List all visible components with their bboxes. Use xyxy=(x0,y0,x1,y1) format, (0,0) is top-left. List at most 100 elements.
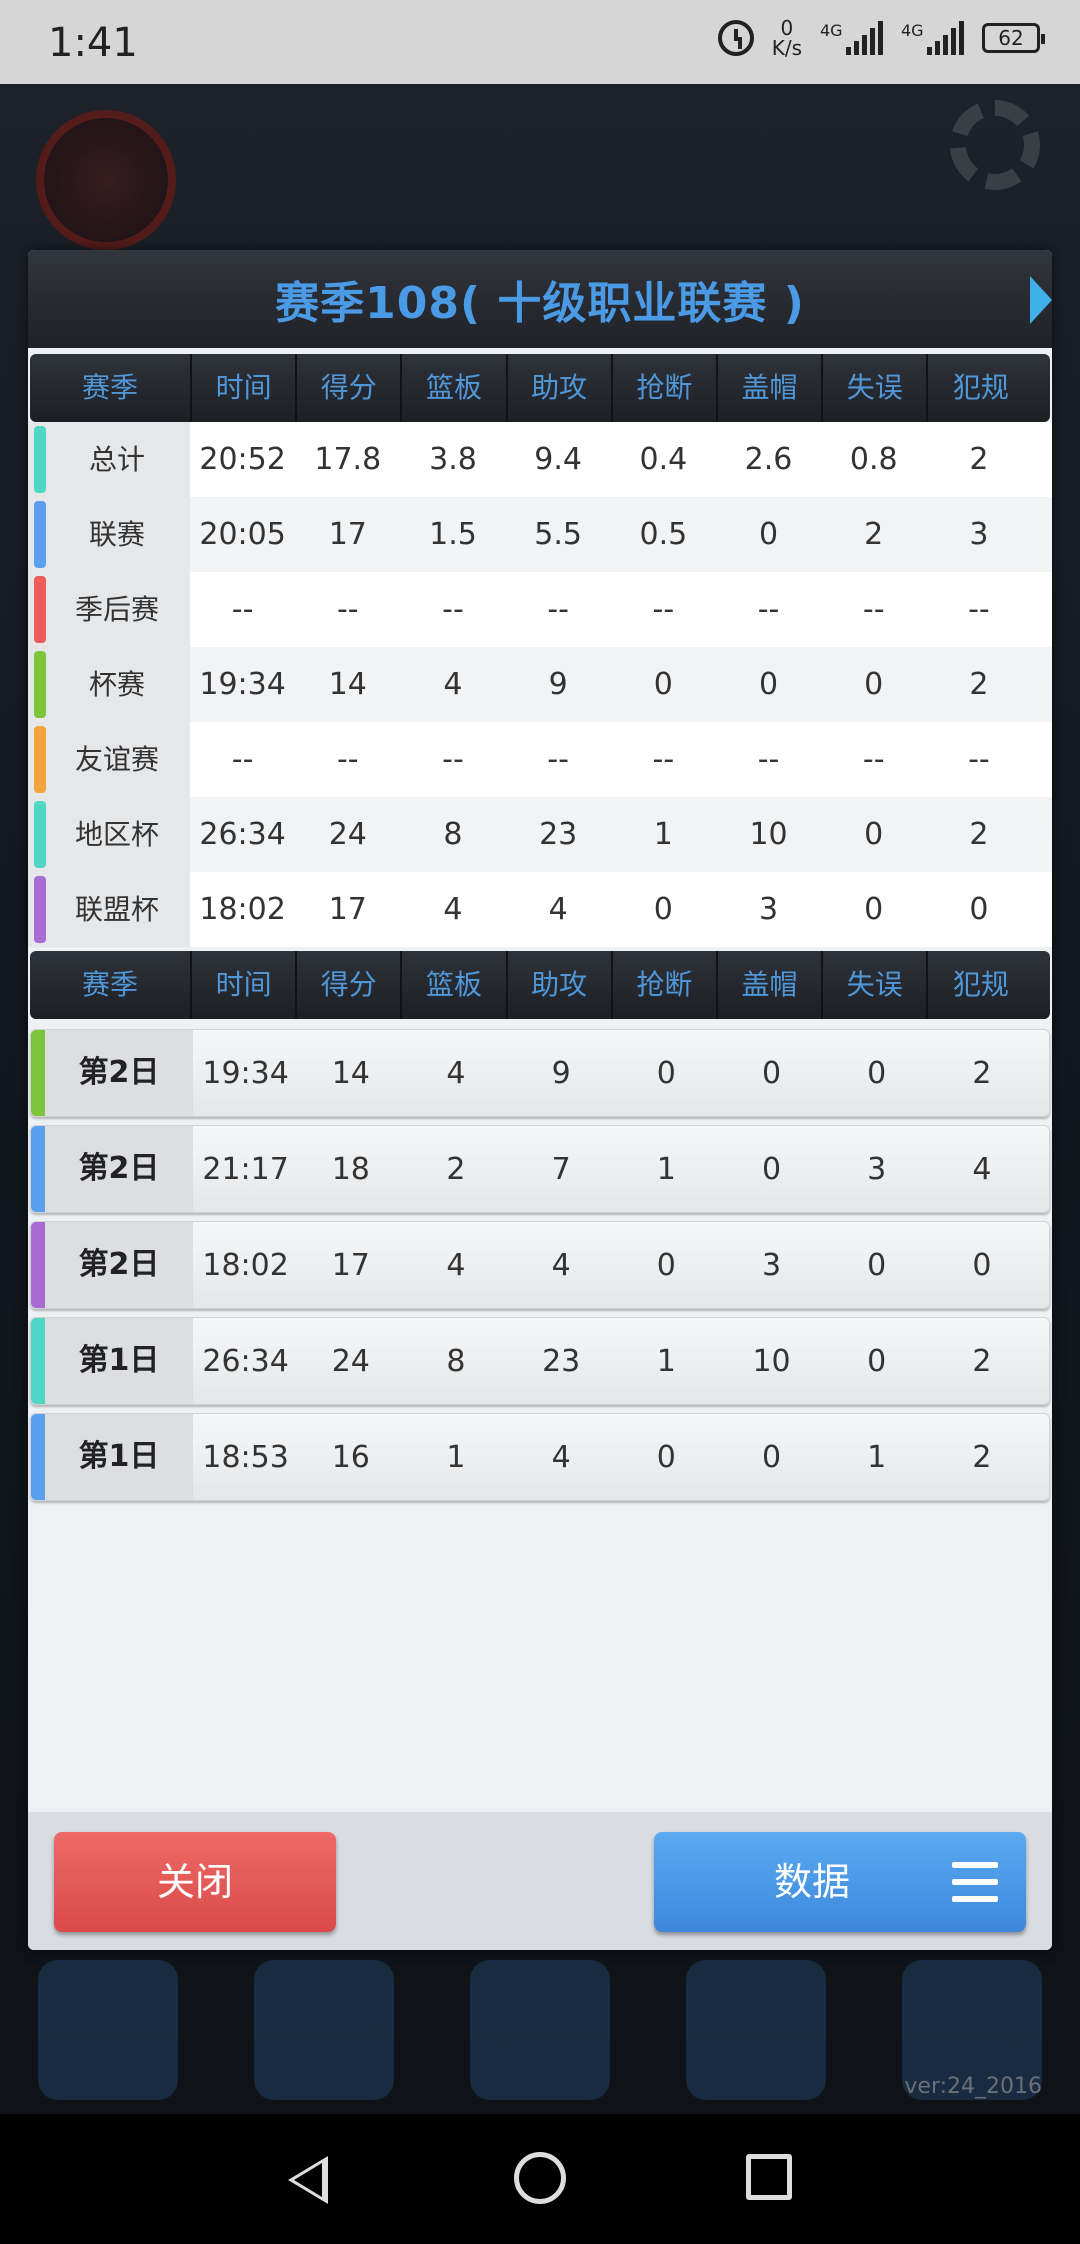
stat-cell: 4 xyxy=(972,1151,992,1187)
category-color-bar xyxy=(34,801,46,868)
stat-cell: -- xyxy=(652,742,675,777)
stat-cell: 2 xyxy=(969,667,989,702)
category-label: 联盟杯 xyxy=(28,872,190,947)
stat-cell: 2.6 xyxy=(744,442,793,477)
stat-cell: 0 xyxy=(761,1151,782,1187)
stat-cell: 4 xyxy=(551,1247,571,1283)
stat-cell: 18:53 xyxy=(202,1439,289,1475)
next-season-arrow-icon[interactable] xyxy=(1030,276,1052,324)
status-icons: 0 K/s 4G 4G 62 xyxy=(717,18,1045,60)
stat-cell: 0.4 xyxy=(639,442,688,477)
stat-cell: -- xyxy=(442,592,464,627)
game-day-label: 第2日 xyxy=(31,1222,193,1308)
stat-cell: 3.8 xyxy=(429,442,477,477)
summary-row: 季后赛 -- -- -- -- -- -- -- -- xyxy=(28,572,1052,647)
stat-cell: 2 xyxy=(969,442,989,477)
stat-cell: 8 xyxy=(446,1343,466,1379)
game-row[interactable]: 第2日 18:02 17 4 4 0 3 0 0 xyxy=(30,1221,1050,1309)
data-button-label: 数据 xyxy=(774,1860,851,1904)
stat-cell: 24 xyxy=(328,817,367,852)
stat-cell: 10 xyxy=(749,817,788,852)
header-cell: 赛季 xyxy=(30,354,192,422)
stat-cell: 9 xyxy=(548,667,568,702)
stat-cell: 2 xyxy=(972,1343,992,1379)
signal-icon-2: 4G xyxy=(901,21,964,55)
status-bar: 1:41 0 K/s 4G 4G 62 xyxy=(0,0,1080,84)
stat-cell: -- xyxy=(968,592,990,627)
stat-cell: 0 xyxy=(758,667,779,702)
stat-cell: 17.8 xyxy=(314,442,382,477)
stat-cell: 1 xyxy=(867,1439,887,1475)
stat-cell: 18:02 xyxy=(199,892,286,927)
header-cell: 篮板 xyxy=(402,951,508,1019)
stat-cell: 4 xyxy=(443,667,463,702)
competition-color-bar xyxy=(31,1414,45,1500)
signal-type-2: 4G xyxy=(901,21,924,40)
stat-cell: 0 xyxy=(867,1247,887,1283)
game-log-list: 第2日 19:34 14 4 9 0 0 0 2 第2日 21:17 18 2 7 1 0 3 4 第2日 18:02… xyxy=(28,1019,1052,1501)
summary-row: 地区杯 26:34 24 8 23 1 10 0 2 xyxy=(28,797,1052,872)
category-label: 杯赛 xyxy=(28,647,190,722)
stat-cell: 16 xyxy=(331,1439,370,1475)
stat-cell: 19:34 xyxy=(199,667,286,702)
stat-cell: 0 xyxy=(656,1055,676,1091)
network-speed-unit: K/s xyxy=(771,36,802,60)
category-color-bar xyxy=(34,426,46,493)
stat-cell: 14 xyxy=(328,667,367,702)
stat-cell: 0 xyxy=(969,892,989,927)
stat-cell: 4 xyxy=(443,892,463,927)
stat-cell: 9.4 xyxy=(534,442,583,477)
nav-tile xyxy=(254,1960,394,2100)
dialog-footer: 关闭 数据 xyxy=(28,1812,1052,1950)
game-day-label: 第1日 xyxy=(31,1318,193,1404)
nav-tile xyxy=(686,1960,826,2100)
summary-table-header: 赛季 时间 得分 篮板 助攻 抢断 盖帽 失误 犯规 xyxy=(30,354,1050,422)
close-button[interactable]: 关闭 xyxy=(54,1832,336,1932)
signal-type: 4G xyxy=(820,21,843,40)
stat-cell: 4 xyxy=(548,892,568,927)
home-icon[interactable] xyxy=(514,2152,566,2204)
stat-cell: 2 xyxy=(969,817,989,852)
game-row[interactable]: 第1日 18:53 16 1 4 0 0 1 2 xyxy=(30,1413,1050,1501)
stat-cell: 0 xyxy=(867,1343,887,1379)
summary-row: 杯赛 19:34 14 4 9 0 0 0 2 xyxy=(28,647,1052,722)
header-cell: 赛季 xyxy=(30,951,192,1019)
header-cell: 时间 xyxy=(192,354,298,422)
game-table-header: 赛季 时间 得分 篮板 助攻 抢断 盖帽 失误 犯规 xyxy=(30,951,1050,1019)
competition-color-bar xyxy=(31,1126,45,1212)
category-color-bar xyxy=(34,726,46,793)
category-label: 联赛 xyxy=(28,497,190,572)
stat-cell: -- xyxy=(757,742,780,777)
stat-cell: -- xyxy=(547,742,569,777)
back-icon[interactable] xyxy=(288,2156,328,2204)
stat-cell: 21:17 xyxy=(202,1151,289,1187)
stat-cell: 0 xyxy=(758,517,779,552)
game-row[interactable]: 第2日 19:34 14 4 9 0 0 0 2 xyxy=(30,1029,1050,1117)
game-day-label: 第2日 xyxy=(31,1126,193,1212)
header-cell: 盖帽 xyxy=(718,951,824,1019)
stat-cell: 1 xyxy=(656,1151,676,1187)
summary-row: 联赛 20:05 17 1.5 5.5 0.5 0 2 3 xyxy=(28,497,1052,572)
game-row[interactable]: 第2日 21:17 18 2 7 1 0 3 4 xyxy=(30,1125,1050,1213)
stat-cell: 8 xyxy=(443,817,463,852)
stat-cell: 14 xyxy=(331,1055,370,1091)
stat-cell: 0 xyxy=(864,667,884,702)
recent-apps-icon[interactable] xyxy=(746,2154,792,2200)
data-button[interactable]: 数据 xyxy=(654,1832,1026,1932)
header-cell: 抢断 xyxy=(613,354,718,422)
category-label: 季后赛 xyxy=(28,572,190,647)
header-cell: 失误 xyxy=(823,951,929,1019)
stat-cell: 0 xyxy=(653,667,673,702)
stat-cell: 0 xyxy=(864,892,884,927)
category-color-bar xyxy=(34,501,46,568)
stat-cell: 18:02 xyxy=(202,1247,289,1283)
header-cell: 助攻 xyxy=(508,354,613,422)
game-row[interactable]: 第1日 26:34 24 8 23 1 10 0 2 xyxy=(30,1317,1050,1405)
stat-cell: 0 xyxy=(761,1439,782,1475)
summary-row: 友谊赛 -- -- -- -- -- -- -- -- xyxy=(28,722,1052,797)
game-day-label: 第2日 xyxy=(31,1030,193,1116)
stat-cell: 17 xyxy=(328,517,367,552)
stat-cell: 1 xyxy=(446,1439,466,1475)
stat-cell: 17 xyxy=(328,892,367,927)
signal-icon: 4G xyxy=(820,21,883,55)
